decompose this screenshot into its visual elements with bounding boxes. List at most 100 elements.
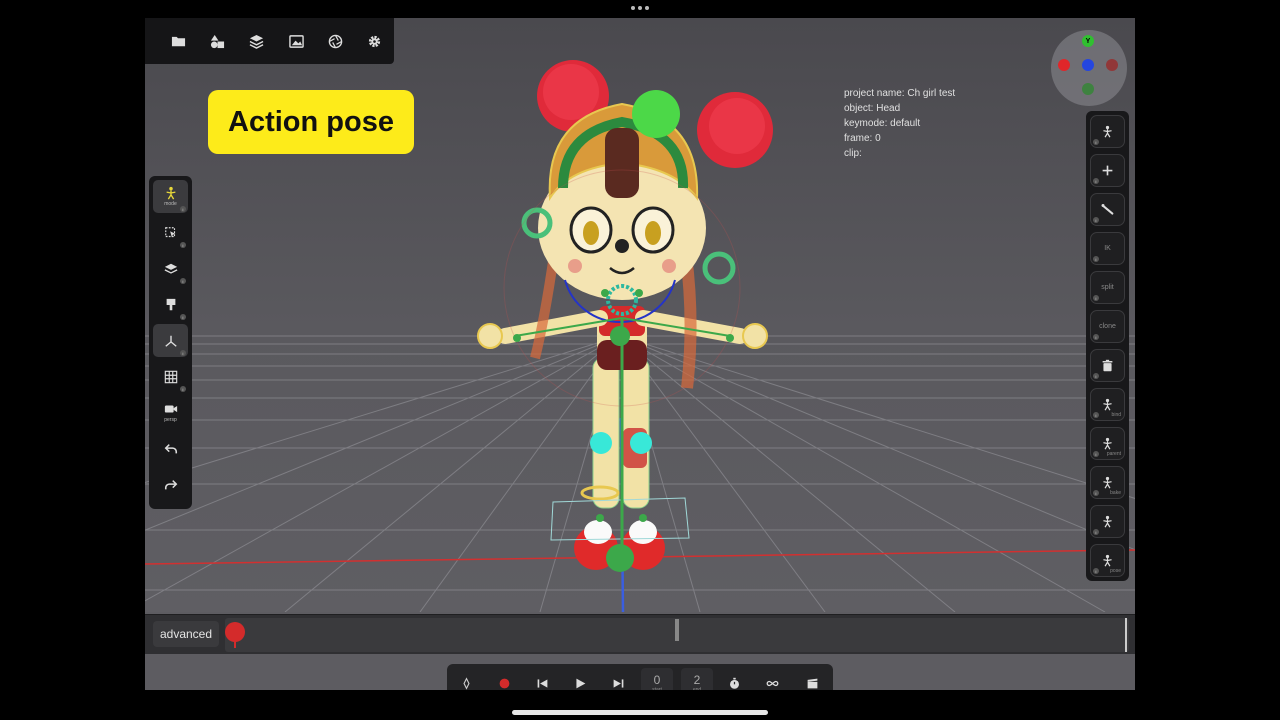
info-dot: i (1093, 139, 1099, 145)
redo-button[interactable] (153, 468, 188, 501)
rig-bake-icon (1103, 476, 1112, 489)
gizmo-neg-x-axis[interactable] (1106, 59, 1118, 71)
bake-label: bake (1110, 490, 1121, 496)
app-screen: Action pose project name: Ch girl test o… (145, 18, 1135, 690)
info-dot: i (1093, 529, 1099, 535)
keyframe-button[interactable] (451, 668, 481, 690)
select-tool-button[interactable]: i (153, 216, 188, 249)
infinity-icon (766, 680, 778, 686)
play-button[interactable] (565, 668, 595, 690)
stopwatch-icon (729, 677, 739, 689)
paint-icon (166, 298, 175, 310)
image-button[interactable] (277, 21, 316, 61)
info-dot: i (1093, 334, 1099, 340)
timeline-playhead[interactable] (225, 622, 245, 642)
bind-label: bind (1111, 412, 1121, 418)
delete-button[interactable]: i (1090, 349, 1125, 382)
pose-button[interactable]: pose i (1090, 544, 1125, 577)
gizmo-y-axis[interactable]: Y (1082, 35, 1094, 47)
shapes-icon (211, 34, 225, 48)
clip-readout: clip: (844, 148, 862, 159)
layers-tool-button[interactable]: i (153, 252, 188, 285)
prev-frame-button[interactable] (527, 668, 557, 690)
left-toolbar: mode i i i i i i persp (149, 176, 192, 509)
info-dot: i (1093, 490, 1099, 496)
undo-button[interactable] (153, 432, 188, 465)
gizmo-x-axis[interactable] (1058, 59, 1070, 71)
paint-tool-button[interactable]: i (153, 288, 188, 321)
play-icon (575, 678, 585, 688)
grid-toggle-button[interactable]: i (153, 360, 188, 393)
transform-axes-icon (164, 335, 177, 347)
grid-icon (164, 370, 177, 383)
character-model[interactable] (477, 60, 773, 570)
settings-button[interactable] (355, 21, 394, 61)
top-toolbar (145, 18, 394, 64)
ik-button[interactable]: IK i (1090, 232, 1125, 265)
next-frame-button[interactable] (603, 668, 633, 690)
bone-tool-button[interactable]: i (1090, 193, 1125, 226)
rig-settings-button[interactable]: i (1090, 115, 1125, 148)
gizmo-neg-y-axis[interactable] (1082, 83, 1094, 95)
orientation-gizmo[interactable]: Y (1051, 30, 1127, 106)
info-dot: i (180, 350, 186, 356)
rig-mode-label: mode (164, 201, 177, 207)
3d-viewport[interactable]: Action pose project name: Ch girl test o… (145, 18, 1135, 612)
keyframe-diamond-icon (462, 676, 470, 690)
info-dot: i (180, 386, 186, 392)
camera-icon (164, 405, 177, 413)
playhead-stem (234, 640, 236, 648)
timer-button[interactable] (719, 668, 749, 690)
skip-back-icon (537, 678, 547, 688)
rig-mode-button[interactable]: mode i (153, 180, 188, 213)
info-dot: i (1093, 451, 1099, 457)
start-frame-field[interactable]: 0 start (641, 668, 673, 690)
multitask-dots[interactable] (631, 6, 649, 12)
playback-bar: 0 start 2 end (447, 664, 833, 690)
clone-label: clone (1099, 323, 1116, 330)
gizmo-z-axis[interactable] (1082, 59, 1094, 71)
info-dot: i (1093, 412, 1099, 418)
info-dot: i (1093, 256, 1099, 262)
bake-button[interactable]: bake i (1090, 466, 1125, 499)
trash-icon (1102, 359, 1113, 372)
weight-button[interactable]: i (1090, 505, 1125, 538)
gear-icon (368, 35, 381, 47)
record-button[interactable] (489, 668, 519, 690)
frame-readout: frame: 0 (844, 133, 881, 144)
end-frame-label: end (692, 687, 702, 690)
parent-button[interactable]: parent i (1090, 427, 1125, 460)
parent-label: parent (1106, 451, 1121, 457)
layers-icon (164, 263, 177, 274)
shapes-button[interactable] (198, 21, 237, 61)
bind-button[interactable]: bind i (1090, 388, 1125, 421)
info-dot: i (180, 242, 186, 248)
undo-icon (164, 443, 177, 453)
add-bone-button[interactable]: i (1090, 154, 1125, 187)
start-frame-value: 0 (653, 673, 661, 687)
timeline-mode-button[interactable]: advanced (153, 621, 219, 647)
pose-label: pose (1110, 568, 1121, 574)
skip-forward-icon (613, 678, 623, 688)
ik-label: IK (1104, 245, 1111, 252)
loop-button[interactable] (757, 668, 787, 690)
end-frame-field[interactable]: 2 end (681, 668, 713, 690)
aperture-icon (328, 34, 343, 48)
layers-button[interactable] (237, 21, 276, 61)
home-indicator[interactable] (512, 710, 768, 715)
select-icon (164, 226, 175, 237)
keyframe-marker[interactable] (675, 619, 679, 641)
end-frame-value: 2 (693, 673, 701, 687)
aperture-button[interactable] (316, 21, 355, 61)
clone-button[interactable]: clone i (1090, 310, 1125, 343)
timeline-track[interactable] (225, 618, 1129, 652)
camera-button[interactable]: persp (153, 396, 188, 429)
timeline-end-marker[interactable] (1125, 618, 1127, 652)
clips-button[interactable] (797, 668, 827, 690)
transform-tool-button[interactable]: i (153, 324, 188, 357)
folder-button[interactable] (159, 21, 198, 61)
image-icon (288, 34, 304, 48)
info-dot: i (1093, 178, 1099, 184)
redo-icon (164, 479, 177, 489)
split-button[interactable]: split i (1090, 271, 1125, 304)
